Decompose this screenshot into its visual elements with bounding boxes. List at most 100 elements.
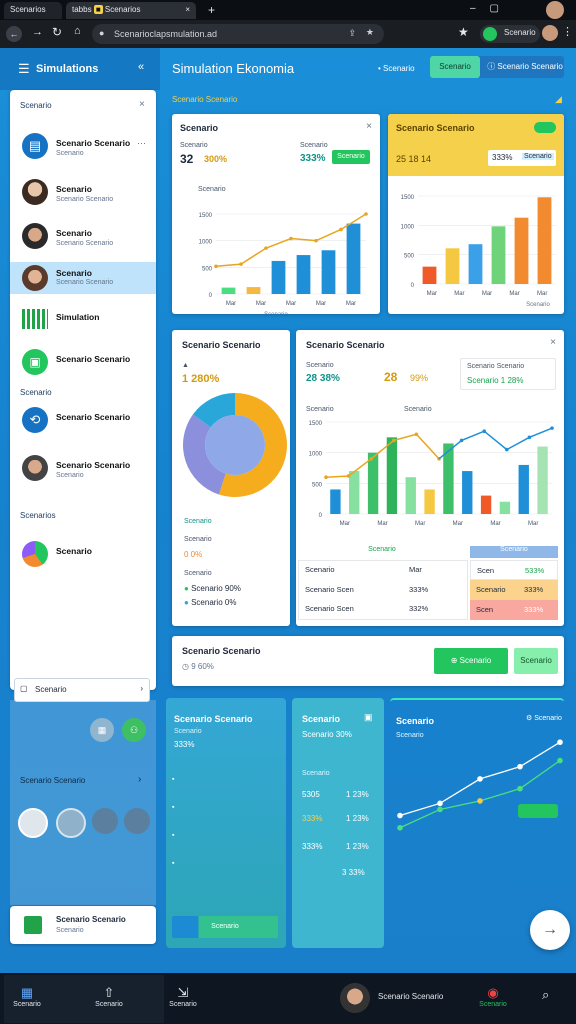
taskbar-item[interactable]: ⇧ Scenario <box>92 985 126 1008</box>
people-icon[interactable]: ⚇ <box>122 718 146 742</box>
x-tick-label: Mar <box>377 521 387 527</box>
chart-series-line <box>438 427 553 460</box>
window-controls[interactable]: –▢ <box>470 3 513 14</box>
more-options-icon[interactable]: ⋯ <box>137 138 146 149</box>
taskbar-item[interactable]: ◉ Scenario <box>476 985 510 1008</box>
back-icon[interactable]: ← <box>6 26 22 42</box>
card-action-button[interactable]: Scenario <box>332 150 370 164</box>
chart-point <box>517 785 523 792</box>
reload-icon[interactable]: ↻ <box>52 25 62 39</box>
close-icon[interactable]: × <box>139 99 145 110</box>
chevron-right-icon[interactable]: › <box>138 774 141 785</box>
table-row: Scen 533% <box>470 560 558 580</box>
sidebar-item[interactable]: Scenario <box>10 534 156 574</box>
scenario-select[interactable]: ▢ Scenario › <box>14 678 150 702</box>
menu-icon[interactable]: ⋮ <box>562 25 573 38</box>
header-link[interactable]: • Scenario <box>378 64 415 73</box>
sidebar-section-label: Scenario Scenario <box>20 776 86 785</box>
secondary-button[interactable]: Scenario <box>514 648 558 674</box>
bottom-card: Scenario ▣ Scenario 30% Scenario 5305 1 … <box>292 698 384 948</box>
next-arrow-button[interactable]: → <box>530 910 570 950</box>
donut-chart <box>183 393 287 497</box>
close-icon[interactable]: × <box>550 337 556 348</box>
scenario-thumb-icon[interactable] <box>56 808 86 838</box>
collapse-icon[interactable]: « <box>138 61 144 73</box>
chart-point <box>477 798 483 804</box>
header-link-label: Scenario <box>383 64 415 73</box>
row-icon: ▪ <box>172 832 175 839</box>
grid-icon[interactable]: ▦ <box>90 718 114 742</box>
close-icon[interactable]: × <box>366 121 372 132</box>
toggle-switch[interactable] <box>534 122 556 133</box>
taskbar-label: Scenario <box>13 1001 41 1008</box>
card-title: Scenario <box>302 714 341 724</box>
chart-bar <box>221 287 236 294</box>
browser-tab-label: Scenarios <box>104 5 141 14</box>
avatar <box>22 223 48 249</box>
taskbar-item[interactable]: ⇲ Scenario <box>166 985 200 1008</box>
search-icon[interactable]: ⌕ <box>542 987 549 1003</box>
chart-bar <box>405 477 416 514</box>
y-tick-label: 1500 <box>309 421 323 427</box>
scenario-select-value: Scenario <box>35 685 67 694</box>
legend-value: 0 0% <box>184 550 203 559</box>
browser-tab[interactable]: Scenarios <box>4 2 62 19</box>
close-tab-icon[interactable]: × <box>185 5 190 14</box>
browser-tab-active[interactable]: tabbs ■ Scenarios × <box>66 2 196 19</box>
sidebar-item[interactable]: Scenario Scenario Scenario <box>10 216 156 256</box>
chart-point <box>397 812 403 819</box>
scenario-card: Scenario Scenario ▲ 1 280% Scenario Scen… <box>172 330 290 626</box>
scenario-thumb-icon[interactable] <box>18 808 48 838</box>
table-cell: 333% <box>524 605 544 614</box>
forward-icon[interactable]: → <box>32 26 43 38</box>
star-icon[interactable]: ★ <box>366 27 374 38</box>
new-tab-button[interactable]: + <box>208 3 215 17</box>
avatar <box>22 265 48 291</box>
scenario-thumb-icon[interactable] <box>92 808 118 834</box>
y-tick-label: 0 <box>209 293 213 299</box>
user-avatar[interactable] <box>340 983 370 1013</box>
tab-primary[interactable]: Scenario <box>430 56 480 78</box>
x-tick-label: Mar <box>427 291 437 297</box>
legend-dot-icon: ● <box>184 584 189 593</box>
hamburger-menu-icon[interactable]: ☰ <box>18 61 30 77</box>
tab-secondary[interactable]: ⓘ Scenario Scenario <box>486 56 564 78</box>
card-title: Scenario Scenario <box>174 714 253 724</box>
card-value: ◷ 9 60% <box>182 662 214 671</box>
sidebar-item-selected[interactable]: Scenario Scenario Scenario <box>10 262 156 294</box>
scenario-thumb-icon[interactable] <box>124 808 150 834</box>
progress-button[interactable]: Scenario <box>172 916 278 938</box>
profile-icon <box>483 27 497 41</box>
sidebar-item[interactable]: Scenario Scenario Scenario <box>10 448 156 488</box>
sidebar-item-subtitle: Scenario <box>56 150 84 157</box>
primary-button[interactable]: ⊕ Scenario <box>434 648 508 674</box>
legend-label: Scenario <box>184 570 212 577</box>
browser-tab-label: Scenarios <box>10 5 46 14</box>
sidebar-item[interactable]: ▣ Scenario Scenario <box>10 342 156 382</box>
legend-value: ● Scenario 90% <box>184 584 241 593</box>
card-subtitle: Scenario 30% <box>302 730 352 739</box>
taskbar-item[interactable]: ▦ Scenario <box>10 985 44 1008</box>
bookmark-star-icon[interactable]: ★ <box>458 25 469 39</box>
sidebar-item[interactable]: Simulation <box>10 300 156 340</box>
legend-text: Scenario 0% <box>191 598 237 607</box>
table-row: Scenario 333% <box>470 580 558 600</box>
x-tick-label: Mar <box>346 301 356 307</box>
sidebar-item[interactable]: Scenario Scenario Scenario <box>10 172 156 212</box>
home-icon[interactable]: ⌂ <box>74 25 81 37</box>
profile-chip[interactable]: Scenario <box>480 25 540 43</box>
expand-icon[interactable]: ◢ <box>555 94 562 105</box>
stat-chip[interactable]: Scenario <box>522 153 554 160</box>
filter-label[interactable]: Scenario Scenario <box>172 95 237 104</box>
calendar-icon[interactable]: ▣ <box>364 712 373 723</box>
user-avatar[interactable] <box>542 25 558 41</box>
profile-avatar[interactable] <box>546 1 564 19</box>
sidebar-item[interactable]: ▤ Scenario Scenario Scenario ⋯ <box>10 126 156 166</box>
sidebar-item-title: Simulation <box>56 312 100 322</box>
sidebar-footer-card[interactable]: Scenario Scenario Scenario <box>10 906 156 944</box>
avatar <box>22 179 48 205</box>
stat-value: 25 18 14 <box>396 154 432 164</box>
url-field[interactable]: ● Scenarioclapsmulation.ad ⇪ ★ <box>92 24 384 44</box>
sidebar-item[interactable]: ⟲ Scenario Scenario <box>10 400 156 440</box>
share-icon[interactable]: ⇪ <box>348 28 356 39</box>
